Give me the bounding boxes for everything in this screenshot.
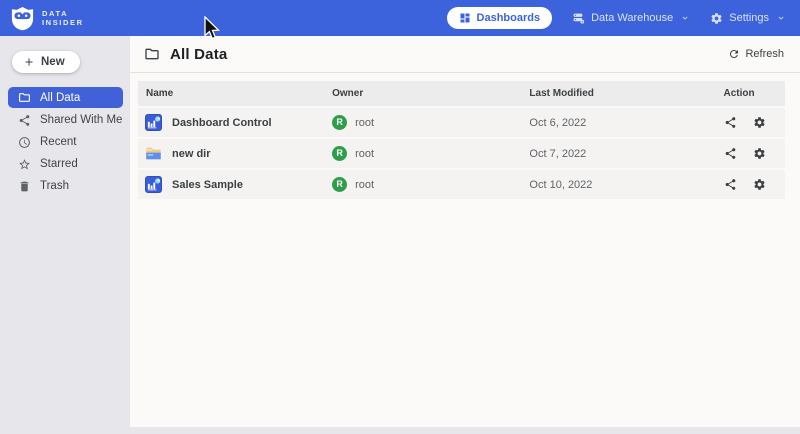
sidebar-item-shared-with-me[interactable]: Shared With Me <box>0 109 130 131</box>
folder-file-icon <box>145 145 162 162</box>
refresh-label: Refresh <box>745 48 784 60</box>
brand-line-1: DATA <box>42 9 84 19</box>
folder-icon <box>144 46 160 62</box>
data-warehouse-label: Data Warehouse <box>591 12 673 24</box>
owner-avatar: R <box>332 146 347 161</box>
sidebar: New All Data Shared With Me <box>0 36 130 434</box>
share-icon[interactable] <box>724 147 737 160</box>
column-header-last-modified: Last Modified <box>529 88 723 99</box>
table-row[interactable]: Sales Sample R root Oct 10, 2022 <box>138 170 785 199</box>
sidebar-item-starred[interactable]: Starred <box>0 153 130 175</box>
table-header: Name Owner Last Modified Action <box>138 81 785 106</box>
data-warehouse-menu[interactable]: Data Warehouse <box>572 12 690 25</box>
sidebar-item-label: Trash <box>40 180 69 192</box>
gear-icon <box>710 12 723 25</box>
clock-icon <box>18 136 31 149</box>
dashboards-button[interactable]: Dashboards <box>447 7 553 29</box>
share-icon <box>18 114 31 127</box>
chevron-down-icon <box>680 13 690 23</box>
file-name: Dashboard Control <box>172 117 272 129</box>
column-header-name: Name <box>138 88 332 99</box>
brand-line-2: INSIDER <box>42 18 84 28</box>
new-button-label: New <box>41 56 65 68</box>
dashboard-grid-icon <box>459 12 471 24</box>
sidebar-item-label: All Data <box>40 92 80 104</box>
sidebar-item-label: Recent <box>40 136 76 148</box>
main-panel: All Data Refresh Name Owner Last Modifie… <box>130 36 800 427</box>
column-header-owner: Owner <box>332 88 529 99</box>
share-icon[interactable] <box>724 178 737 191</box>
owner-name: root <box>355 148 374 160</box>
trash-icon <box>18 180 31 193</box>
refresh-button[interactable]: Refresh <box>728 48 784 60</box>
file-name: new dir <box>172 148 211 160</box>
page-title: All Data <box>170 46 227 63</box>
owner-avatar: R <box>332 115 347 130</box>
new-button[interactable]: New <box>12 51 80 73</box>
owner-name: root <box>355 179 374 191</box>
star-icon <box>18 158 31 171</box>
table-row[interactable]: Dashboard Control R root Oct 6, 2022 <box>138 108 785 137</box>
gear-icon[interactable] <box>753 116 766 129</box>
dashboard-file-icon <box>145 114 162 131</box>
chevron-down-icon <box>776 13 786 23</box>
sidebar-item-recent[interactable]: Recent <box>0 131 130 153</box>
sidebar-item-trash[interactable]: Trash <box>0 175 130 197</box>
share-icon[interactable] <box>724 116 737 129</box>
settings-label: Settings <box>729 12 769 24</box>
gear-icon[interactable] <box>753 147 766 160</box>
owner-avatar: R <box>332 177 347 192</box>
gear-icon[interactable] <box>753 178 766 191</box>
sidebar-item-all-data[interactable]: All Data <box>8 87 123 108</box>
file-table: Name Owner Last Modified Action <box>138 81 785 199</box>
dashboards-label: Dashboards <box>477 12 541 24</box>
modified-date: Oct 7, 2022 <box>529 148 723 160</box>
owl-logo-icon <box>10 6 35 31</box>
modified-date: Oct 10, 2022 <box>529 179 723 191</box>
owner-name: root <box>355 117 374 129</box>
database-icon <box>572 12 585 25</box>
modified-date: Oct 6, 2022 <box>529 117 723 129</box>
file-name: Sales Sample <box>172 179 243 191</box>
sidebar-item-label: Shared With Me <box>40 114 122 126</box>
sidebar-item-label: Starred <box>40 158 78 170</box>
dashboard-file-icon <box>145 176 162 193</box>
settings-menu[interactable]: Settings <box>710 12 786 25</box>
column-header-action: Action <box>724 88 785 99</box>
table-row[interactable]: new dir R root Oct 7, 2022 <box>138 139 785 168</box>
plus-icon <box>23 56 35 68</box>
top-navbar: DATA INSIDER Dashboards <box>0 0 800 36</box>
folder-icon <box>18 91 31 104</box>
refresh-icon <box>728 48 740 60</box>
brand: DATA INSIDER <box>10 6 84 31</box>
